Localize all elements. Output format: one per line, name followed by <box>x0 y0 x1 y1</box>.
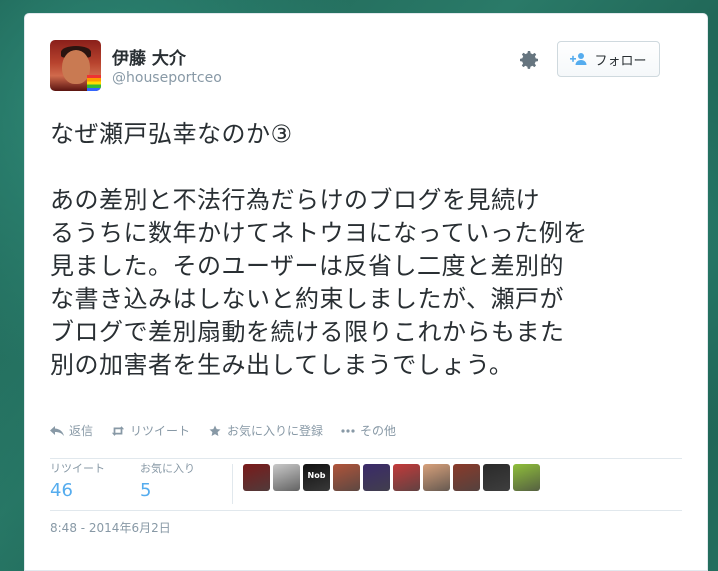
retweet-label: リツイート <box>130 424 191 438</box>
follow-button-label: フォロー <box>594 53 647 69</box>
divider <box>232 464 233 504</box>
tweet-line: ブログで差別扇動を続ける限りこれからもまた <box>50 318 565 346</box>
favoriter-avatar[interactable] <box>333 464 360 491</box>
tweet-title: なぜ瀬戸弘幸なのか③ <box>50 120 293 148</box>
tweet-body: あの差別と不法行為だらけのブログを見続け るうちに数年かけてネトウヨになっていっ… <box>50 184 670 382</box>
favoriter-avatar[interactable] <box>273 464 300 491</box>
reply-label: 返信 <box>69 424 94 438</box>
tweet-actions: 返信 リツイート お気に入りに登録 その他 <box>50 422 396 439</box>
gear-icon[interactable] <box>517 48 541 72</box>
favorites-count: 5 <box>140 480 152 501</box>
divider <box>50 458 682 459</box>
tweet-card: 伊藤 大介 @houseportceo フォロー なぜ瀬戸弘幸なのか③ あの差別… <box>24 13 708 571</box>
favoriter-avatar-text: Nob <box>307 471 326 480</box>
favorites-label: お気に入り <box>140 462 195 475</box>
favoriter-avatar[interactable] <box>393 464 420 491</box>
favoriter-avatar[interactable] <box>363 464 390 491</box>
user-avatar[interactable] <box>50 40 101 91</box>
add-user-icon <box>570 53 587 65</box>
tweet-timestamp[interactable]: 8:48 - 2014年6月2日 <box>50 519 171 536</box>
retweet-button[interactable]: リツイート <box>111 422 190 439</box>
favoriter-avatar[interactable] <box>483 464 510 491</box>
more-button[interactable]: その他 <box>341 422 396 439</box>
favoriter-avatar[interactable] <box>513 464 540 491</box>
retweets-count: 46 <box>50 480 73 501</box>
reply-icon <box>50 425 64 436</box>
divider <box>50 510 682 511</box>
favoriter-avatar[interactable] <box>423 464 450 491</box>
user-handle[interactable]: @houseportceo <box>112 70 222 86</box>
tweet-line: 見ました。そのユーザーは反省し二度と差別的 <box>50 252 565 280</box>
favorite-button[interactable]: お気に入りに登録 <box>208 422 323 439</box>
tweet-line: 別の加害者を生み出してしまうでしょう。 <box>50 351 514 379</box>
favorite-label: お気に入りに登録 <box>227 424 324 438</box>
star-icon <box>209 425 221 436</box>
retweet-stat[interactable]: リツイート 46 <box>50 460 105 501</box>
retweets-label: リツイート <box>50 462 105 475</box>
tweet-line: な書き込みはしないと約束しましたが、瀬戸が <box>50 285 565 313</box>
more-icon <box>341 428 355 433</box>
favorite-stat[interactable]: お気に入り 5 <box>140 460 195 501</box>
favoriter-avatar[interactable] <box>243 464 270 491</box>
more-label: その他 <box>360 424 397 438</box>
favoriter-avatars: Nob <box>243 464 540 491</box>
tweet-line: るうちに数年かけてネトウヨになっていった例を <box>50 219 588 247</box>
favoriter-avatar[interactable] <box>453 464 480 491</box>
retweet-icon <box>111 425 125 436</box>
reply-button[interactable]: 返信 <box>50 422 93 439</box>
user-display-name[interactable]: 伊藤 大介 <box>112 44 186 69</box>
favoriter-avatar[interactable]: Nob <box>303 464 330 491</box>
tweet-line: あの差別と不法行為だらけのブログを見続け <box>50 186 540 214</box>
follow-button[interactable]: フォロー <box>557 41 660 77</box>
